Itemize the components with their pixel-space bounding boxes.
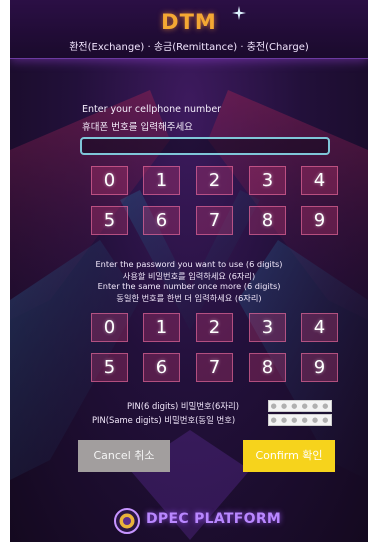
keypad2-key-1[interactable]: 1: [143, 313, 180, 342]
pin-label: PIN(6 digits) 비밀번호(6자리): [127, 401, 239, 411]
keypad2-key-2[interactable]: 2: [196, 313, 233, 342]
sparkle-icon: [232, 6, 246, 20]
password-repeat-instruction-en: Enter the same number once more (6 digit…: [97, 281, 281, 291]
confirm-button[interactable]: Confirm 확인: [243, 440, 335, 472]
app-title: DTM: [161, 10, 217, 34]
keypad1-key-4[interactable]: 4: [301, 166, 338, 195]
pin-field[interactable]: ● ● ● ● ● ●: [268, 400, 332, 412]
app-subtitle: 환전(Exchange) · 송금(Remittance) · 충전(Charg…: [69, 42, 309, 53]
keypad1-key-0[interactable]: 0: [91, 166, 128, 195]
app-header: DTM 환전(Exchange) · 송금(Remittance) · 충전(C…: [10, 0, 368, 59]
pin-confirm-label: PIN(Same digits) 비밀번호(동일 번호): [92, 415, 236, 425]
keypad1-key-8[interactable]: 8: [249, 206, 286, 235]
app-screen: DTM 환전(Exchange) · 송금(Remittance) · 충전(C…: [10, 0, 368, 542]
keypad1-key-3[interactable]: 3: [249, 166, 286, 195]
keypad2-key-3[interactable]: 3: [249, 313, 286, 342]
keypad1-key-5[interactable]: 5: [91, 206, 128, 235]
keypad2-key-8[interactable]: 8: [249, 353, 286, 382]
keypad2-key-5[interactable]: 5: [91, 353, 128, 382]
phone-number-input[interactable]: [80, 137, 330, 155]
dpec-logo-icon: [114, 508, 140, 534]
keypad1-key-9[interactable]: 9: [301, 206, 338, 235]
keypad1-key-1[interactable]: 1: [143, 166, 180, 195]
keypad1-key-2[interactable]: 2: [196, 166, 233, 195]
keypad2-key-0[interactable]: 0: [91, 313, 128, 342]
keypad1-key-6[interactable]: 6: [143, 206, 180, 235]
password-repeat-instruction-ko: 동일한 번호를 한번 더 입력하세요 (6자리): [116, 293, 262, 303]
phone-label-ko: 휴대폰 번호를 입력해주세요: [82, 122, 193, 133]
footer-brand: DPEC PLATFORM: [146, 511, 282, 527]
phone-label-en: Enter your cellphone number: [82, 104, 222, 115]
keypad1-key-7[interactable]: 7: [196, 206, 233, 235]
keypad2-key-4[interactable]: 4: [301, 313, 338, 342]
pin-confirm-field[interactable]: ● ● ● ● ● ●: [268, 414, 332, 426]
keypad2-key-9[interactable]: 9: [301, 353, 338, 382]
password-instruction-en: Enter the password you want to use (6 di…: [95, 259, 283, 269]
keypad2-key-7[interactable]: 7: [196, 353, 233, 382]
cancel-button[interactable]: Cancel 취소: [78, 440, 170, 472]
keypad2-key-6[interactable]: 6: [143, 353, 180, 382]
